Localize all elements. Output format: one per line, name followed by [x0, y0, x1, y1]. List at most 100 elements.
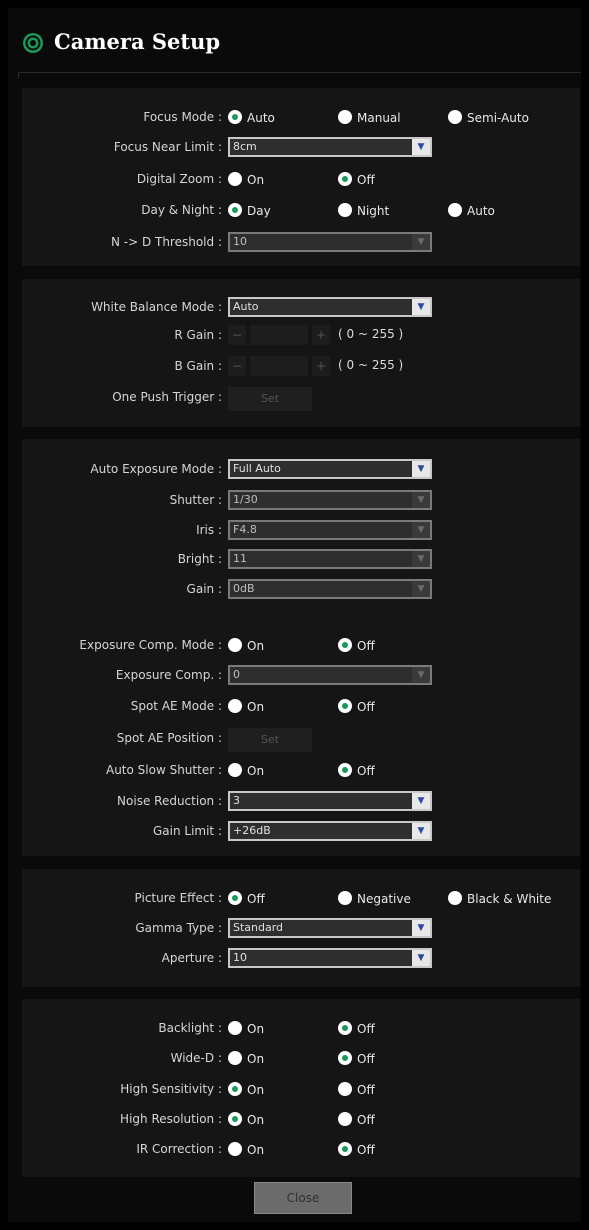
ir-correction-off-radio[interactable]: Off [338, 1142, 375, 1157]
high-resolution-on-radio[interactable]: On [228, 1112, 264, 1127]
gain-limit-label: Gain Limit : [152, 824, 222, 838]
ae-mode-label: Auto Exposure Mode : [90, 462, 222, 476]
spot-ae-position-set-button[interactable]: Set [228, 728, 312, 752]
focus-near-limit-select[interactable]: 8cm ▼ [228, 137, 432, 157]
auto-slow-shutter-label: Auto Slow Shutter : [105, 763, 222, 777]
chevron-down-icon: ▼ [412, 522, 430, 538]
radio-icon [448, 110, 462, 124]
digital-zoom-row: Digital Zoom : On Off [22, 169, 580, 191]
noise-reduction-select[interactable]: 3 ▼ [228, 791, 432, 811]
one-push-row: One Push Trigger : Set [22, 387, 580, 411]
picture-effect-bw-radio[interactable]: Black & White [448, 891, 551, 906]
comp-mode-off-radio[interactable]: Off [338, 638, 375, 653]
auto-slow-shutter-off-radio[interactable]: Off [338, 763, 375, 778]
focus-mode-manual-radio[interactable]: Manual [338, 110, 401, 125]
wb-mode-label: White Balance Mode : [91, 300, 222, 314]
select-value: 10 [233, 951, 247, 964]
close-button[interactable]: Close [254, 1182, 352, 1214]
radio-icon [228, 763, 242, 777]
picture-effect-negative-radio[interactable]: Negative [338, 891, 411, 906]
day-night-label: Day & Night : [141, 203, 222, 217]
select-value: 11 [233, 552, 247, 565]
focus-mode-semi-auto-radio[interactable]: Semi-Auto [448, 110, 529, 125]
comp-mode-on-radio[interactable]: On [228, 638, 264, 653]
backlight-label: Backlight : [158, 1021, 222, 1035]
radio-icon [338, 1112, 352, 1126]
chevron-down-icon: ▼ [412, 667, 430, 683]
r-gain-label: R Gain : [174, 328, 222, 342]
camera-setup-window: Camera Setup Focus Mode : Auto Manual Se… [8, 8, 581, 1222]
chevron-down-icon: ▼ [412, 823, 430, 839]
auto-slow-shutter-on-radio[interactable]: On [228, 763, 264, 778]
high-resolution-off-radio[interactable]: Off [338, 1112, 375, 1127]
r-gain-plus-button[interactable]: + [312, 325, 330, 345]
day-night-row: Day & Night : Day Night Auto [22, 200, 580, 222]
wide-d-row: Wide-D : On Off [22, 1048, 580, 1070]
nd-threshold-row: N -> D Threshold : 10 ▼ [22, 232, 580, 254]
day-night-auto-radio[interactable]: Auto [448, 203, 495, 218]
b-gain-plus-button[interactable]: + [312, 356, 330, 376]
gamma-type-select[interactable]: Standard ▼ [228, 918, 432, 938]
picture-effect-label: Picture Effect : [134, 891, 222, 905]
radio-icon [228, 699, 242, 713]
shutter-select[interactable]: 1/30 ▼ [228, 490, 432, 510]
wide-d-off-radio[interactable]: Off [338, 1051, 375, 1066]
day-night-night-radio[interactable]: Night [338, 203, 389, 218]
backlight-on-radio[interactable]: On [228, 1021, 264, 1036]
spot-ae-on-radio[interactable]: On [228, 699, 264, 714]
focus-mode-label: Focus Mode : [143, 110, 222, 124]
one-push-set-button[interactable]: Set [228, 387, 312, 411]
ae-mode-row: Auto Exposure Mode : Full Auto ▼ [22, 459, 580, 481]
select-value: 8cm [233, 140, 257, 153]
gain-limit-select[interactable]: +26dB ▼ [228, 821, 432, 841]
spot-ae-off-radio[interactable]: Off [338, 699, 375, 714]
high-sensitivity-off-radio[interactable]: Off [338, 1082, 375, 1097]
focus-mode-auto-radio[interactable]: Auto [228, 110, 275, 125]
bright-row: Bright : 11 ▼ [22, 549, 580, 571]
white-balance-panel: White Balance Mode : Auto ▼ R Gain : − + … [22, 279, 580, 427]
comp-row: Exposure Comp. : 0 ▼ [22, 665, 580, 687]
title-divider [18, 72, 581, 78]
high-sensitivity-on-radio[interactable]: On [228, 1082, 264, 1097]
comp-mode-label: Exposure Comp. Mode : [79, 638, 222, 652]
nd-threshold-select[interactable]: 10 ▼ [228, 232, 432, 252]
iris-select[interactable]: F4.8 ▼ [228, 520, 432, 540]
wide-d-on-radio[interactable]: On [228, 1051, 264, 1066]
day-night-day-radio[interactable]: Day [228, 203, 271, 218]
b-gain-input[interactable] [250, 356, 308, 376]
radio-selected-icon [228, 1082, 242, 1096]
ae-mode-select[interactable]: Full Auto ▼ [228, 459, 432, 479]
bright-select[interactable]: 11 ▼ [228, 549, 432, 569]
gain-limit-row: Gain Limit : +26dB ▼ [22, 821, 580, 843]
comp-select[interactable]: 0 ▼ [228, 665, 432, 685]
bright-label: Bright : [177, 552, 222, 566]
high-sensitivity-row: High Sensitivity : On Off [22, 1079, 580, 1101]
spot-ae-position-label: Spot AE Position : [116, 731, 222, 745]
select-value: Standard [233, 921, 284, 934]
radio-icon [228, 1142, 242, 1156]
aperture-row: Aperture : 10 ▼ [22, 948, 580, 970]
b-gain-minus-button[interactable]: − [228, 356, 246, 376]
r-gain-input[interactable] [250, 325, 308, 345]
noise-reduction-row: Noise Reduction : 3 ▼ [22, 791, 580, 813]
ir-correction-label: IR Correction : [136, 1142, 222, 1156]
wb-mode-row: White Balance Mode : Auto ▼ [22, 297, 580, 319]
select-value: +26dB [233, 824, 271, 837]
select-value: Full Auto [233, 462, 281, 475]
r-gain-minus-button[interactable]: − [228, 325, 246, 345]
radio-selected-icon [338, 1051, 352, 1065]
radio-icon [338, 1082, 352, 1096]
high-resolution-label: High Resolution : [120, 1112, 222, 1126]
r-gain-range: ( 0 ~ 255 ) [338, 327, 404, 341]
aperture-select[interactable]: 10 ▼ [228, 948, 432, 968]
chevron-down-icon: ▼ [412, 234, 430, 250]
picture-effect-off-radio[interactable]: Off [228, 891, 265, 906]
digital-zoom-off-radio[interactable]: Off [338, 172, 375, 187]
radio-selected-icon [338, 699, 352, 713]
ir-correction-on-radio[interactable]: On [228, 1142, 264, 1157]
gain-select[interactable]: 0dB ▼ [228, 579, 432, 599]
digital-zoom-on-radio[interactable]: On [228, 172, 264, 187]
wb-mode-select[interactable]: Auto ▼ [228, 297, 432, 317]
wide-d-label: Wide-D : [170, 1051, 222, 1065]
backlight-off-radio[interactable]: Off [338, 1021, 375, 1036]
